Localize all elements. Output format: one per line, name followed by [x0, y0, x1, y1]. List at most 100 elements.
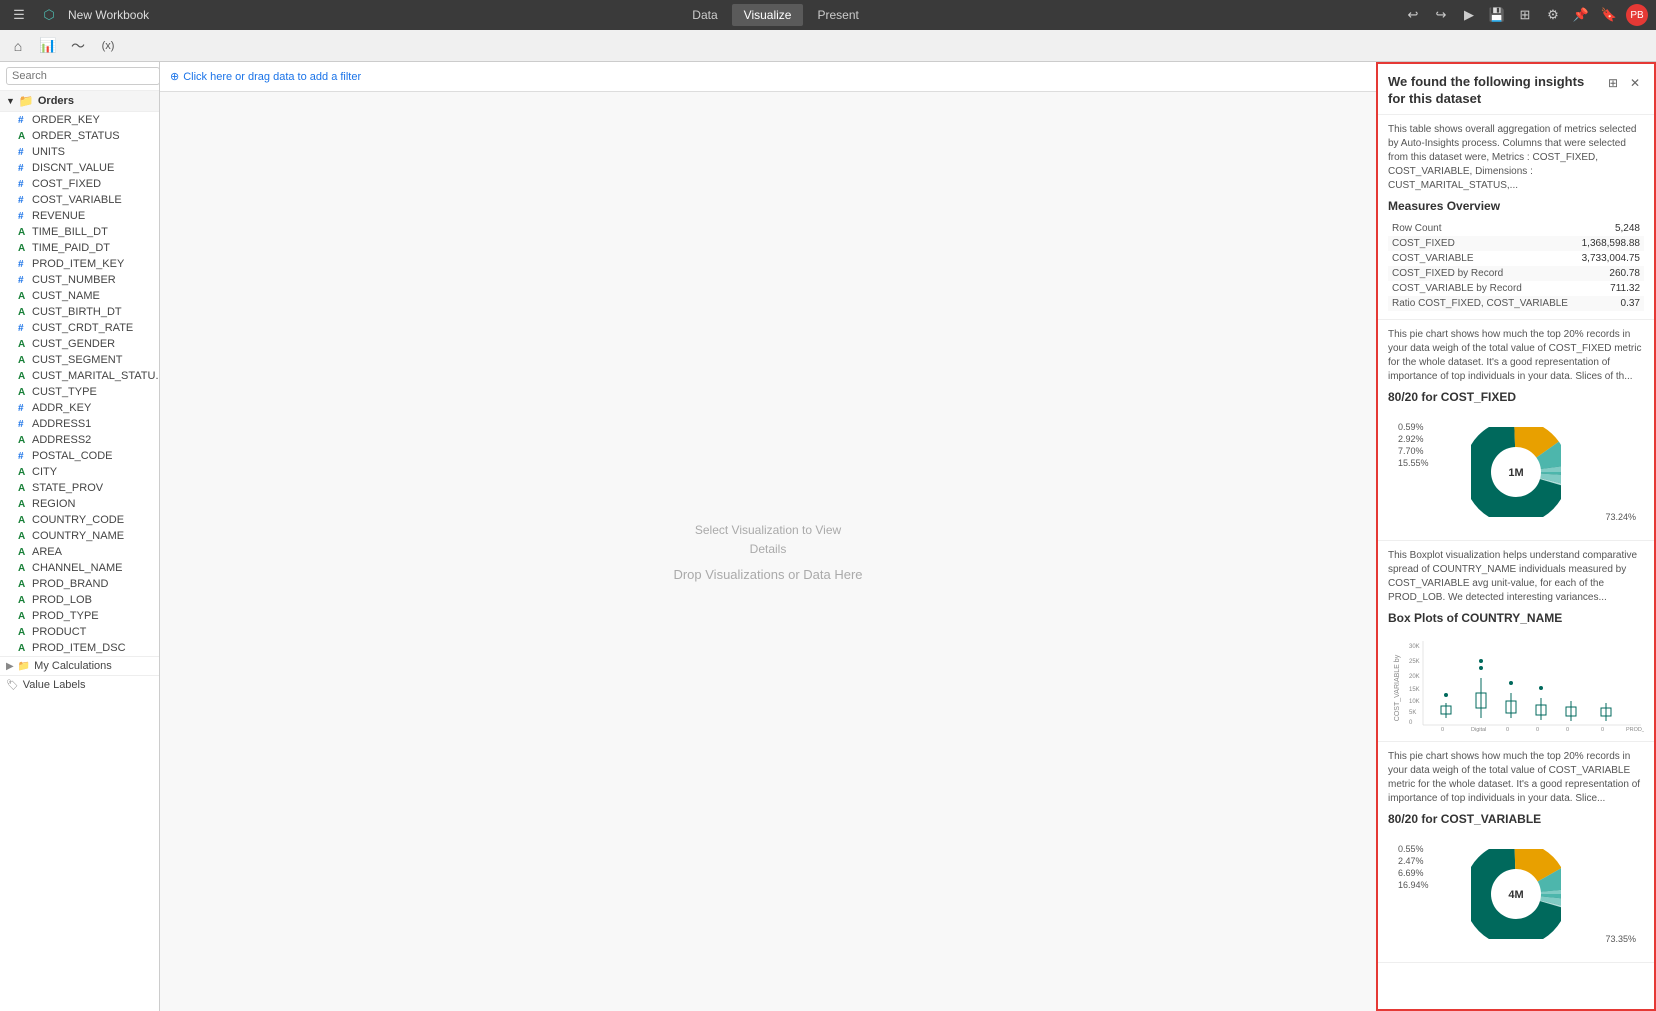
- grid-icon[interactable]: ⊞: [1604, 74, 1622, 92]
- tree-item-country-name[interactable]: ACOUNTRY_NAME: [0, 528, 159, 544]
- pie-cost-fixed-title: 80/20 for COST_FIXED: [1388, 390, 1644, 404]
- measure-value: 711.32: [1576, 281, 1644, 296]
- my-calculations-item[interactable]: ▶ 📁 My Calculations: [0, 656, 159, 675]
- tree-item-discnt-value[interactable]: #DISCNT_VALUE: [0, 160, 159, 176]
- type-icon: A: [18, 531, 28, 542]
- pie-cost-variable-section: This pie chart shows how much the top 20…: [1378, 742, 1654, 963]
- item-label: PROD_BRAND: [32, 578, 108, 590]
- measures-row: COST_FIXED by Record260.78: [1388, 266, 1644, 281]
- tree-item-prod-lob[interactable]: APROD_LOB: [0, 592, 159, 608]
- type-icon: A: [18, 483, 28, 494]
- tree-item-addr-key[interactable]: #ADDR_KEY: [0, 400, 159, 416]
- tree-item-state-prov[interactable]: ASTATE_PROV: [0, 480, 159, 496]
- value-labels-item[interactable]: 🏷 Value Labels: [0, 675, 159, 694]
- measure-value: 1,368,598.88: [1576, 236, 1644, 251]
- tree-item-cust-marital-statu---[interactable]: ACUST_MARITAL_STATU...: [0, 368, 159, 384]
- left-tree: ▼ 📁 Orders #ORDER_KEYAORDER_STATUS#UNITS…: [0, 91, 159, 1011]
- measure-label: Ratio COST_FIXED, COST_VARIABLE: [1388, 296, 1576, 311]
- svg-text:0: 0: [1506, 727, 1509, 733]
- type-icon: A: [18, 291, 28, 302]
- play-icon[interactable]: ▶: [1458, 4, 1480, 26]
- tree-item-prod-item-key[interactable]: #PROD_ITEM_KEY: [0, 256, 159, 272]
- type-icon: #: [18, 259, 28, 270]
- boxplot-desc: This Boxplot visualization helps underst…: [1388, 549, 1644, 605]
- item-label: CHANNEL_NAME: [32, 562, 122, 574]
- save-icon[interactable]: 💾: [1486, 4, 1508, 26]
- item-label: UNITS: [32, 146, 65, 158]
- item-label: TIME_PAID_DT: [32, 242, 110, 254]
- layout-icon[interactable]: ⊞: [1514, 4, 1536, 26]
- type-icon: A: [18, 563, 28, 574]
- boxplot-section: This Boxplot visualization helps underst…: [1378, 541, 1654, 742]
- measures-row: COST_VARIABLE3,733,004.75: [1388, 251, 1644, 266]
- redo-icon[interactable]: ↪: [1430, 4, 1452, 26]
- tree-item-prod-type[interactable]: APROD_TYPE: [0, 608, 159, 624]
- filter-plus-icon: ⊕: [170, 70, 179, 83]
- tree-item-cust-gender[interactable]: ACUST_GENDER: [0, 336, 159, 352]
- pie-cost-variable-chart: 0.55% 2.47% 6.69% 16.94% 4M 73.: [1388, 834, 1644, 954]
- fx-icon[interactable]: (x): [96, 34, 120, 58]
- type-icon: A: [18, 579, 28, 590]
- tree-item-units[interactable]: #UNITS: [0, 144, 159, 160]
- tree-item-cust-type[interactable]: ACUST_TYPE: [0, 384, 159, 400]
- svg-text:0: 0: [1441, 727, 1444, 733]
- topbar: ☰ ⬡ New Workbook Data Visualize Present …: [0, 0, 1656, 30]
- search-input[interactable]: [6, 67, 160, 85]
- tree-item-cust-name[interactable]: ACUST_NAME: [0, 288, 159, 304]
- tab-present[interactable]: Present: [805, 4, 870, 26]
- item-label: CUST_NUMBER: [32, 274, 116, 286]
- line-icon[interactable]: 〜: [66, 34, 90, 58]
- value-labels-icon: 🏷: [6, 680, 19, 691]
- filter-bar[interactable]: ⊕ Click here or drag data to add a filte…: [160, 62, 1376, 92]
- tree-item-cost-variable[interactable]: #COST_VARIABLE: [0, 192, 159, 208]
- tree-item-time-bill-dt[interactable]: ATIME_BILL_DT: [0, 224, 159, 240]
- tree-item-channel-name[interactable]: A CHANNEL_NAME: [0, 560, 159, 576]
- tab-visualize[interactable]: Visualize: [732, 4, 804, 26]
- tree-item-cust-number[interactable]: #CUST_NUMBER: [0, 272, 159, 288]
- tab-data[interactable]: Data: [680, 4, 729, 26]
- measures-title: Measures Overview: [1388, 199, 1644, 213]
- tree-items: #ORDER_KEYAORDER_STATUS#UNITS#DISCNT_VAL…: [0, 112, 159, 656]
- tree-item-prod-item-dsc[interactable]: APROD_ITEM_DSC: [0, 640, 159, 656]
- tree-item-region[interactable]: AREGION: [0, 496, 159, 512]
- tree-item-cust-segment[interactable]: ACUST_SEGMENT: [0, 352, 159, 368]
- tree-item-postal-code[interactable]: #POSTAL_CODE: [0, 448, 159, 464]
- item-label: REVENUE: [32, 210, 85, 222]
- type-icon: #: [18, 115, 28, 126]
- undo-icon[interactable]: ↩: [1402, 4, 1424, 26]
- insights-title: We found the following insights for this…: [1388, 74, 1604, 108]
- tree-item-address2[interactable]: AADDRESS2: [0, 432, 159, 448]
- tree-item-product[interactable]: APRODUCT: [0, 624, 159, 640]
- type-icon: A: [18, 611, 28, 622]
- tree-item-area[interactable]: AAREA: [0, 544, 159, 560]
- tree-item-order-status[interactable]: AORDER_STATUS: [0, 128, 159, 144]
- tree-item-revenue[interactable]: #REVENUE: [0, 208, 159, 224]
- pie-cost-fixed-chart: 0.59% 2.92% 7.70% 15.55% 1M 73.: [1388, 412, 1644, 532]
- tree-item-cust-crdt-rate[interactable]: #CUST_CRDT_RATE: [0, 320, 159, 336]
- pin-icon[interactable]: 📌: [1570, 4, 1592, 26]
- item-label: CUST_BIRTH_DT: [32, 306, 122, 318]
- orders-group-header[interactable]: ▼ 📁 Orders: [0, 91, 159, 112]
- tree-item-address1[interactable]: #ADDRESS1: [0, 416, 159, 432]
- bookmark-icon[interactable]: 🔖: [1598, 4, 1620, 26]
- tree-item-time-paid-dt[interactable]: ATIME_PAID_DT: [0, 240, 159, 256]
- svg-text:30K: 30K: [1409, 644, 1420, 650]
- tree-item-cost-fixed[interactable]: #COST_FIXED: [0, 176, 159, 192]
- tree-item-country-code[interactable]: ACOUNTRY_CODE: [0, 512, 159, 528]
- tree-item-cust-birth-dt[interactable]: ACUST_BIRTH_DT: [0, 304, 159, 320]
- item-label: COST_VARIABLE: [32, 194, 122, 206]
- menu-icon[interactable]: ☰: [8, 4, 30, 26]
- user-avatar[interactable]: PB: [1626, 4, 1648, 26]
- bar-chart-icon[interactable]: 📊: [36, 34, 60, 58]
- item-label: CUST_SEGMENT: [32, 354, 122, 366]
- close-icon[interactable]: ✕: [1626, 74, 1644, 92]
- tree-item-prod-brand[interactable]: A PROD_BRAND: [0, 576, 159, 592]
- type-icon: A: [18, 371, 28, 382]
- home-icon[interactable]: ⌂: [6, 34, 30, 58]
- pie-cost-fixed-svg: 1M: [1471, 427, 1561, 517]
- type-icon: A: [18, 435, 28, 446]
- settings-icon[interactable]: ⚙: [1542, 4, 1564, 26]
- tree-item-order-key[interactable]: #ORDER_KEY: [0, 112, 159, 128]
- tree-item-city[interactable]: ACITY: [0, 464, 159, 480]
- pie-cost-variable-bottom-label: 73.35%: [1605, 934, 1636, 944]
